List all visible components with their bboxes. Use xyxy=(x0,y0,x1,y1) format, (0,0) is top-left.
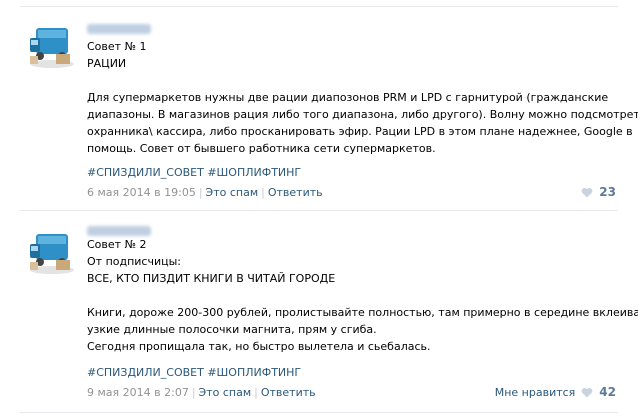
like-count: 23 xyxy=(599,185,616,199)
heart-icon xyxy=(581,187,593,197)
post-title: Совет № 2 xyxy=(87,238,147,251)
separator: | xyxy=(191,386,196,399)
like-count: 42 xyxy=(599,385,616,399)
reply-link[interactable]: Ответить xyxy=(261,386,316,399)
separator: | xyxy=(261,186,265,199)
post-line: Книги, дороже 200-300 рублей, пролистыва… xyxy=(87,306,638,319)
heart-icon xyxy=(581,387,593,397)
separator: | xyxy=(254,386,258,399)
post-text: Совет № 2 От подписчицы: ВСЕ, КТО ПИЗДИТ… xyxy=(87,236,638,355)
post-line xyxy=(87,72,597,89)
spam-link[interactable]: Это спам xyxy=(206,186,259,199)
author-name-blurred[interactable] xyxy=(87,24,151,34)
divider xyxy=(20,412,618,413)
post-line: охранника\ кассира, либо просканировать … xyxy=(87,125,633,138)
hashtag-link[interactable]: #СПИЗДИЛИ_СОВЕТ xyxy=(87,366,204,379)
post-line: узкие длинные полосочки магнита, прям у … xyxy=(87,323,377,336)
like-button[interactable]: Мне нравится 42 xyxy=(495,385,616,399)
post-line: Сегодня пропищала так, но быстро вылетел… xyxy=(87,340,431,353)
hashtag-link[interactable]: #ШОПЛИФТИНГ xyxy=(207,366,301,379)
post-line: Для супермаркетов нужны две рации диапоз… xyxy=(87,91,609,104)
spam-link[interactable]: Это спам xyxy=(199,386,252,399)
post-date[interactable]: 6 мая 2014 в 19:05 xyxy=(87,186,196,199)
wall-post: Совет № 1 РАЦИИ Для супермаркетов нужны … xyxy=(0,0,638,210)
author-name-blurred[interactable] xyxy=(87,226,151,236)
post-line: От подписчицы: xyxy=(87,255,182,268)
post-title: Совет № 1 xyxy=(87,40,147,53)
post-meta: 6 мая 2014 в 19:05 | Это спам | Ответить xyxy=(87,186,323,199)
hashtag-link[interactable]: #ШОПЛИФТИНГ xyxy=(207,166,301,179)
post-line: РАЦИИ xyxy=(87,57,127,70)
avatar[interactable] xyxy=(26,226,78,276)
post-line xyxy=(87,287,597,304)
post-date[interactable]: 9 мая 2014 в 2:07 xyxy=(87,386,189,399)
hashtag-link[interactable]: #СПИЗДИЛИ_СОВЕТ xyxy=(87,166,204,179)
separator: | xyxy=(198,186,203,199)
hashtags: #СПИЗДИЛИ_СОВЕТ #ШОПЛИФТИНГ xyxy=(87,366,301,379)
post-text: Совет № 1 РАЦИИ Для супермаркетов нужны … xyxy=(87,38,638,157)
wall-post: Совет № 2 От подписчицы: ВСЕ, КТО ПИЗДИТ… xyxy=(0,210,638,418)
hashtags: #СПИЗДИЛИ_СОВЕТ #ШОПЛИФТИНГ xyxy=(87,166,301,179)
like-button[interactable]: 23 xyxy=(575,185,616,199)
post-line: помощь. Совет от бывшего работника сети … xyxy=(87,142,436,155)
like-label: Мне нравится xyxy=(494,385,576,399)
post-meta: 9 мая 2014 в 2:07 | Это спам | Ответить xyxy=(87,386,316,399)
reply-link[interactable]: Ответить xyxy=(268,186,323,199)
wall-feed: Совет № 1 РАЦИИ Для супермаркетов нужны … xyxy=(0,0,638,418)
post-line: ВСЕ, КТО ПИЗДИТ КНИГИ В ЧИТАЙ ГОРОДЕ xyxy=(87,272,336,285)
post-line: диапазоны. В магазинов рация либо того д… xyxy=(87,108,638,121)
avatar[interactable] xyxy=(26,20,78,70)
